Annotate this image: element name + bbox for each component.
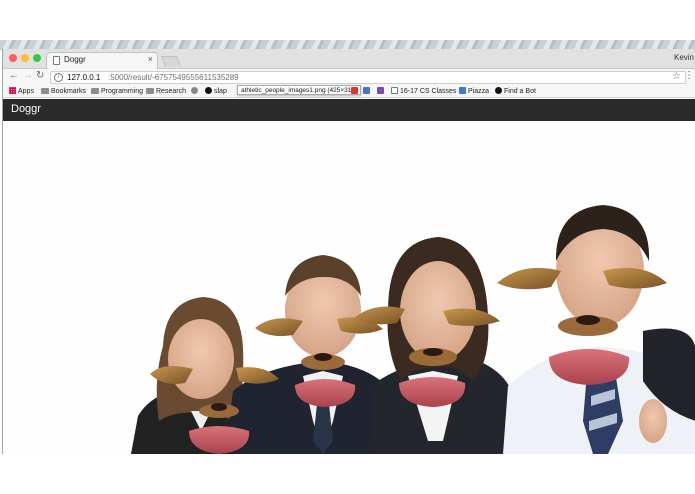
brand-logo[interactable]: Doggr	[11, 103, 41, 115]
bookmark-piazza[interactable]: Piazza	[459, 86, 489, 97]
page-body	[3, 121, 695, 454]
browser-toolbar: ← → ↻ i 127.0.0.1 :5000/result/-67575495…	[3, 69, 695, 85]
blue-site-icon	[363, 87, 370, 94]
twitch-icon	[377, 87, 384, 94]
app-navbar: Doggr	[3, 99, 695, 121]
bookmarks-bar: Apps Bookmarks Programming Research slap…	[3, 85, 695, 98]
bookmark-star-icon[interactable]: ☆	[672, 71, 681, 82]
bookmark-site-icon[interactable]	[191, 86, 200, 97]
zoom-window-button[interactable]	[33, 54, 41, 62]
bookmark-apps[interactable]: Apps	[9, 86, 34, 97]
bookmark-folder-research[interactable]: Research	[146, 86, 186, 97]
page-icon	[391, 87, 398, 94]
bookmark-slap[interactable]: slap	[205, 86, 227, 97]
piazza-icon	[459, 87, 466, 94]
bookmark-folder-programming[interactable]: Programming	[91, 86, 143, 97]
tab-title: Doggr	[64, 55, 86, 64]
tab-close-icon[interactable]: ×	[148, 54, 153, 64]
info-icon[interactable]: i	[54, 73, 63, 82]
folder-icon	[41, 88, 49, 94]
person-3	[368, 237, 518, 454]
close-window-button[interactable]	[9, 54, 17, 62]
menu-dots-icon[interactable]: ⋮	[684, 70, 694, 81]
github-icon	[205, 87, 212, 94]
bookmark-find-bot[interactable]: Find a Bot	[495, 86, 536, 97]
site-icon	[191, 87, 198, 94]
tab-doggr[interactable]: Doggr ×	[46, 52, 158, 69]
bookmark-blue[interactable]	[363, 86, 372, 97]
url-path: :5000/result/-6757549555611535289	[108, 73, 239, 82]
folder-icon	[146, 88, 154, 94]
screen: Doggr × Kevin ← → ↻ i 127.0.0.1 :5000/re…	[0, 0, 695, 494]
tab-strip: Doggr × Kevin	[3, 49, 695, 69]
bot-icon	[495, 87, 502, 94]
url-host: 127.0.0.1	[67, 73, 101, 82]
result-image	[131, 205, 695, 454]
address-bar[interactable]: i 127.0.0.1 :5000/result/-67575495556115…	[50, 71, 686, 84]
browser-window: Doggr × Kevin ← → ↻ i 127.0.0.1 :5000/re…	[2, 49, 695, 454]
new-tab-button[interactable]	[160, 56, 182, 67]
forward-arrow-icon[interactable]: →	[23, 70, 33, 81]
red-site-icon	[351, 87, 358, 94]
folder-icon	[91, 88, 99, 94]
apps-grid-icon	[9, 87, 16, 94]
bookmark-red[interactable]	[351, 86, 360, 97]
bookmark-purple[interactable]	[377, 86, 386, 97]
reload-icon[interactable]: ↻	[36, 70, 44, 81]
back-arrow-icon[interactable]: ←	[9, 70, 19, 81]
minimize-window-button[interactable]	[21, 54, 29, 62]
bookmark-folder-bookmarks[interactable]: Bookmarks	[41, 86, 86, 97]
page-icon	[53, 56, 60, 65]
image-tooltip: athletic_people_images1.png (425×317)	[237, 85, 362, 95]
profile-name[interactable]: Kevin	[674, 53, 694, 62]
bookmark-cs-classes[interactable]: 16-17 CS Classes	[391, 86, 456, 97]
